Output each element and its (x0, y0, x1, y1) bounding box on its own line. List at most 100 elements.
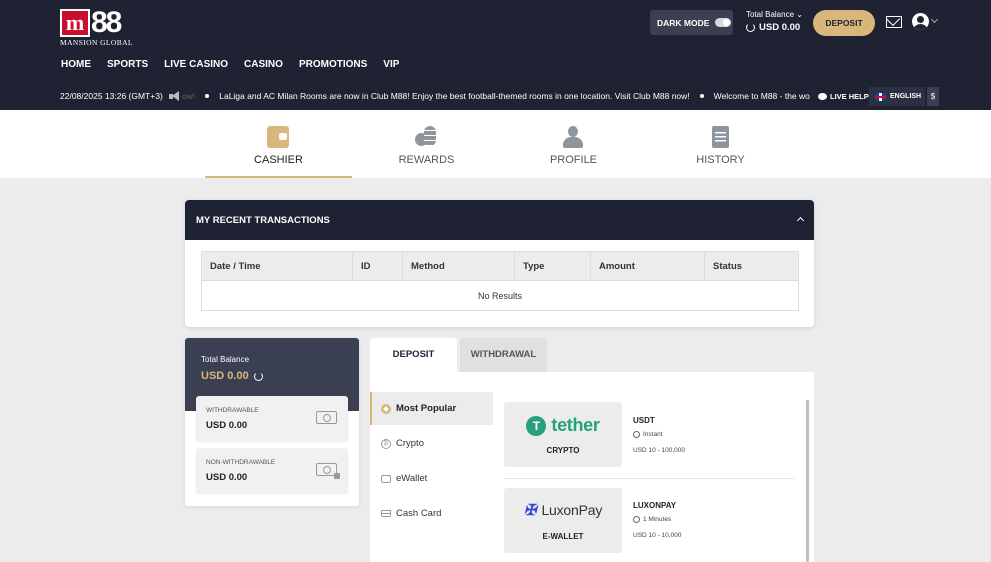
coins-icon (415, 126, 437, 148)
recent-transactions-panel: MY RECENT TRANSACTIONS Date / Time ID Me… (185, 200, 814, 327)
divider (504, 478, 794, 479)
payment-name: USDT (633, 416, 655, 425)
credit-card-icon (381, 510, 391, 517)
wallet-icon (267, 126, 289, 148)
payment-option-luxonpay[interactable]: ✠ LuxonPay E-WALLET (504, 488, 622, 553)
main-nav: HOME SPORTS LIVE CASINO CASINO PROMOTION… (61, 59, 415, 70)
bullet-icon (699, 94, 704, 98)
tab-rewards-label: REWARDS (398, 154, 455, 166)
method-label: Crypto (396, 438, 424, 449)
method-label: Cash Card (396, 508, 442, 519)
clock-icon (633, 431, 640, 438)
tab-cashier[interactable]: CASHIER (205, 110, 352, 178)
column-method: Method (402, 251, 515, 281)
currency-selector[interactable]: $ (927, 87, 939, 106)
logo-number: 88 (91, 6, 122, 39)
payment-speed-text: 1 Minutes (643, 516, 672, 523)
refresh-icon[interactable] (253, 371, 263, 381)
tab-deposit[interactable]: DEPOSIT (370, 338, 457, 374)
site-header: m 88 MANSION GLOBAL HOME SPORTS LIVE CAS… (0, 0, 991, 110)
payment-speed-text: Instant (643, 431, 663, 438)
tab-cashier-label: CASHIER (254, 154, 303, 166)
method-crypto[interactable]: ₿ Crypto (370, 427, 493, 460)
total-balance-value: USD 0.00 (759, 22, 801, 33)
column-type: Type (514, 251, 591, 281)
payment-name: LUXONPAY (633, 501, 677, 510)
tether-icon: T (526, 415, 547, 436)
lock-icon (334, 473, 340, 479)
live-help-button[interactable]: LIVE HELP (818, 92, 869, 101)
clock-icon (633, 516, 640, 523)
nav-sports[interactable]: SPORTS (107, 59, 148, 70)
person-icon (562, 126, 584, 148)
method-ewallet[interactable]: eWallet (370, 462, 493, 495)
logo-mark: m (60, 9, 90, 37)
method-most-popular[interactable]: Most Popular (370, 392, 493, 425)
method-list: Most Popular ₿ Crypto eWallet Cash Card (370, 372, 493, 562)
nav-promotions[interactable]: PROMOTIONS (299, 59, 367, 70)
non-withdrawable-box: NON-WITHDRAWABLE USD 0.00 (196, 448, 348, 493)
uk-flag-icon (875, 92, 886, 101)
ticker-faded-text: ow! (182, 91, 196, 101)
payment-type: CRYPTO (546, 446, 580, 455)
tab-rewards[interactable]: REWARDS (353, 110, 500, 178)
user-avatar-icon[interactable] (912, 13, 929, 30)
tab-history[interactable]: HISTORY (647, 110, 794, 178)
total-balance-label: Total Balance (746, 10, 795, 19)
method-label: Most Popular (396, 403, 457, 414)
tab-history-label: HISTORY (696, 154, 745, 166)
mail-icon[interactable] (886, 16, 902, 28)
ticker-datetime: 22/08/2025 13:26 (GMT+3) (60, 91, 163, 101)
deposit-button[interactable]: DEPOSIT (813, 10, 875, 36)
tab-profile-label: PROFILE (549, 154, 598, 166)
total-balance-header[interactable]: Total Balance ⌄ USD 0.00 (746, 10, 803, 33)
ticker-message-1: LaLiga and AC Milan Rooms are now in Clu… (219, 91, 690, 101)
nav-live-casino[interactable]: LIVE CASINO (164, 59, 228, 70)
live-help-label: LIVE HELP (830, 92, 869, 101)
balance-card: Total Balance USD 0.00 WITHDRAWABLE USD … (185, 338, 359, 506)
withdrawable-value: USD 0.00 (206, 420, 248, 431)
tab-profile[interactable]: PROFILE (500, 110, 647, 178)
luxonpay-logo: ✠ LuxonPay (504, 501, 622, 519)
ticker-marquee: ow! LaLiga and AC Milan Rooms are now in … (182, 91, 810, 101)
withdrawable-box: WITHDRAWABLE USD 0.00 (196, 396, 348, 441)
tab-withdrawal[interactable]: WITHDRAWAL (460, 338, 547, 372)
chevron-up-icon[interactable] (796, 216, 805, 225)
luxonpay-wordmark: LuxonPay (541, 502, 603, 518)
language-selector[interactable]: ENGLISH (869, 87, 925, 106)
refresh-icon[interactable] (746, 23, 755, 32)
transactions-table: Date / Time ID Method Type Amount Status… (201, 251, 799, 311)
chevron-down-icon[interactable] (930, 15, 939, 24)
deposit-panel: Most Popular ₿ Crypto eWallet Cash Card … (370, 372, 814, 562)
language-label: ENGLISH (890, 93, 922, 100)
nav-vip[interactable]: VIP (383, 59, 399, 70)
column-date-time: Date / Time (201, 251, 353, 281)
payment-option-usdt[interactable]: T tether CRYPTO (504, 402, 622, 467)
column-status: Status (704, 251, 799, 281)
options-scrollbar[interactable] (806, 400, 809, 562)
withdrawable-label: WITHDRAWABLE (206, 407, 259, 414)
method-label: eWallet (396, 473, 428, 484)
payment-range: USD 10 - 100,000 (633, 447, 686, 454)
account-tabs: CASHIER REWARDS PROFILE HISTORY (0, 110, 991, 178)
non-withdrawable-label: NON-WITHDRAWABLE (206, 459, 276, 466)
payment-speed: Instant (633, 431, 663, 438)
payment-options: T tether CRYPTO USDT Instant USD 10 - 10… (493, 372, 801, 562)
method-cash-card[interactable]: Cash Card (370, 497, 493, 530)
recent-transactions-header[interactable]: MY RECENT TRANSACTIONS (185, 200, 814, 240)
ewallet-icon (381, 474, 391, 483)
nav-casino[interactable]: CASINO (244, 59, 283, 70)
column-id: ID (352, 251, 403, 281)
bitcoin-icon: ₿ (381, 438, 391, 449)
ticker-message-2: Welcome to M88 - the world of e (713, 91, 810, 101)
dark-mode-toggle[interactable]: DARK MODE (650, 10, 733, 35)
cash-icon (316, 411, 337, 424)
balance-value: USD 0.00 (201, 370, 249, 382)
document-icon (712, 126, 729, 148)
m88-logo[interactable]: m 88 MANSION GLOBAL (60, 6, 133, 47)
chat-icon (818, 93, 827, 100)
toggle-switch-icon (715, 18, 732, 27)
nav-home[interactable]: HOME (61, 59, 91, 70)
payment-type: E-WALLET (542, 532, 584, 541)
payment-speed: 1 Minutes (633, 516, 671, 523)
